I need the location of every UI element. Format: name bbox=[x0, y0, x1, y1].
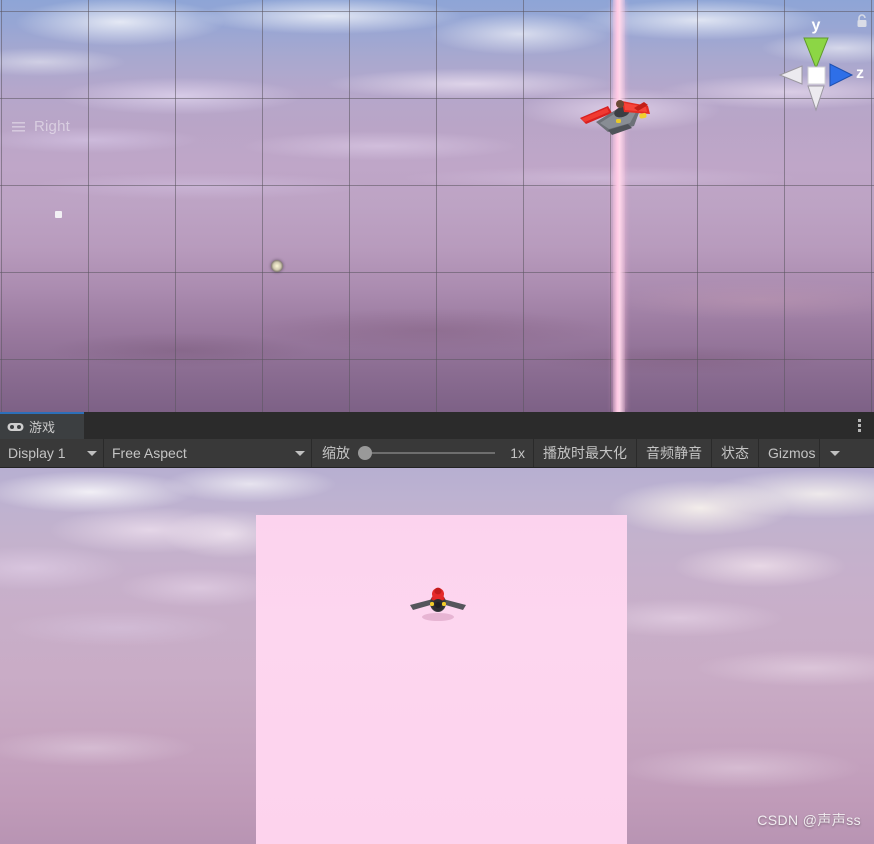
airplane-model-game bbox=[410, 587, 466, 621]
mute-audio-button[interactable]: 音频静音 bbox=[637, 439, 712, 467]
tab-game[interactable]: 游戏 bbox=[0, 412, 84, 439]
zoom-slider-thumb[interactable] bbox=[358, 446, 372, 460]
kebab-dot bbox=[857, 423, 861, 427]
chevron-down-icon bbox=[295, 450, 305, 456]
scene-view-axis-gizmo[interactable]: y z bbox=[764, 6, 868, 146]
aspect-ratio-value: Free Aspect bbox=[112, 445, 187, 461]
unity-editor-window: y z Right 游戏 Display 1 Free Aspect 缩放 1x… bbox=[0, 0, 874, 844]
display-dropdown[interactable]: Display 1 bbox=[0, 439, 104, 467]
chevron-down-icon bbox=[87, 450, 97, 456]
kebab-dot bbox=[857, 428, 861, 432]
zoom-label: 缩放 bbox=[322, 445, 350, 461]
scene-view-panel[interactable]: y z Right bbox=[0, 0, 874, 412]
gamepad-icon bbox=[7, 422, 24, 431]
gizmos-dropdown-button[interactable] bbox=[819, 439, 848, 467]
stats-button[interactable]: 状态 bbox=[712, 439, 759, 467]
maximize-on-play-button[interactable]: 播放时最大化 bbox=[534, 439, 637, 467]
gizmos-button[interactable]: Gizmos bbox=[759, 439, 820, 467]
light-gizmo-icon[interactable] bbox=[271, 260, 283, 272]
svg-text:y: y bbox=[812, 17, 821, 34]
display-dropdown-value: Display 1 bbox=[8, 445, 66, 461]
kebab-dot bbox=[857, 418, 861, 422]
scene-grid bbox=[0, 0, 874, 412]
pink-plane-edge bbox=[613, 0, 625, 412]
airplane-model-scene[interactable] bbox=[578, 92, 656, 138]
panel-kebab-menu-button[interactable] bbox=[848, 414, 870, 436]
chevron-down-icon bbox=[830, 450, 841, 456]
svg-text:z: z bbox=[856, 65, 864, 82]
aspect-ratio-dropdown[interactable]: Free Aspect bbox=[104, 439, 312, 467]
panel-tab-strip: 游戏 bbox=[0, 412, 874, 439]
game-view-panel[interactable] bbox=[0, 468, 874, 844]
lock-open-icon[interactable] bbox=[856, 14, 868, 28]
pink-quad bbox=[256, 515, 627, 844]
tab-game-label: 游戏 bbox=[29, 420, 56, 435]
scene-marker[interactable] bbox=[55, 211, 62, 218]
zoom-slider[interactable] bbox=[358, 446, 495, 460]
watermark: CSDN @声声ss bbox=[757, 812, 861, 828]
zoom-control-group: 缩放 1x bbox=[312, 439, 534, 467]
perspective-lines-icon[interactable] bbox=[12, 122, 25, 132]
game-view-toolbar: Display 1 Free Aspect 缩放 1x 播放时最大化 音频静音 … bbox=[0, 439, 874, 468]
zoom-slider-track bbox=[358, 452, 495, 454]
zoom-value-label: 1x bbox=[510, 445, 525, 461]
